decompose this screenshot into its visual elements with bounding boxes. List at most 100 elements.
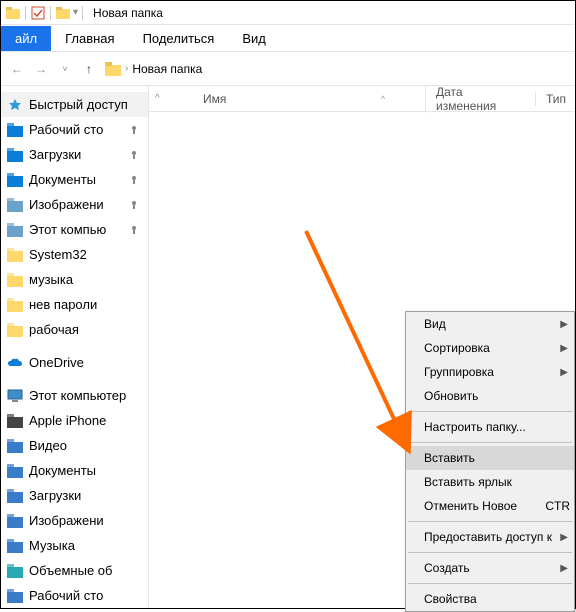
sidebar-item-label: Объемные об <box>29 563 142 578</box>
submenu-arrow-icon: ▶ <box>560 343 568 354</box>
sidebar-item[interactable]: Изображени <box>1 508 148 533</box>
item-icon <box>7 147 23 163</box>
pin-icon <box>126 197 142 213</box>
item-icon <box>7 413 23 429</box>
sidebar-item[interactable]: Документы <box>1 167 148 192</box>
sidebar-item-label: рабочая <box>29 322 142 337</box>
star-icon <box>7 97 23 113</box>
pin-icon <box>126 222 142 238</box>
sidebar-item[interactable]: Загрузки <box>1 142 148 167</box>
item-icon <box>7 122 23 138</box>
item-icon <box>7 222 23 238</box>
sidebar-item[interactable]: Рабочий сто <box>1 117 148 142</box>
sidebar-item[interactable]: Загрузки <box>1 483 148 508</box>
item-icon <box>7 247 23 263</box>
sidebar-item-label: Изображени <box>29 197 120 212</box>
up-button[interactable]: ↑ <box>79 59 99 79</box>
menu-paste[interactable]: Вставить <box>406 446 574 470</box>
item-icon <box>7 297 23 313</box>
menu-separator <box>408 411 572 412</box>
chevron-right-icon: › <box>125 63 128 74</box>
sidebar-this-pc[interactable]: Этот компьютер <box>1 383 148 408</box>
sort-indicator-icon: ^ <box>381 94 385 104</box>
menu-paste-shortcut[interactable]: Вставить ярлык <box>406 470 574 494</box>
qat-dropdown[interactable]: ▾ <box>73 7 78 18</box>
sidebar-item-label: System32 <box>29 247 142 262</box>
sidebar-item[interactable]: Рабочий сто <box>1 583 148 608</box>
sidebar-item[interactable]: System32 <box>1 242 148 267</box>
submenu-arrow-icon: ▶ <box>560 319 568 330</box>
ribbon-tabs: айл Главная Поделиться Вид <box>1 25 575 51</box>
menu-refresh[interactable]: Обновить <box>406 384 574 408</box>
item-icon <box>7 488 23 504</box>
sidebar-item[interactable]: Изображени <box>1 192 148 217</box>
menu-grant-access[interactable]: Предоставить доступ к▶ <box>406 525 574 549</box>
item-icon <box>7 438 23 454</box>
pin-icon <box>126 172 142 188</box>
sidebar-item-label: Загрузки <box>29 488 142 503</box>
sidebar-quick-access[interactable]: Быстрый доступ <box>1 92 148 117</box>
sidebar-item-label: Изображени <box>29 513 142 528</box>
item-icon <box>7 538 23 554</box>
back-button[interactable]: ← <box>7 59 27 79</box>
item-icon <box>7 322 23 338</box>
checkbox-icon[interactable] <box>30 5 46 21</box>
sidebar-item-label: Apple iPhone <box>29 413 142 428</box>
menu-customize[interactable]: Настроить папку... <box>406 415 574 439</box>
address-bar[interactable]: › Новая папка <box>105 61 202 77</box>
menu-new[interactable]: Создать▶ <box>406 556 574 580</box>
menu-sort[interactable]: Сортировка▶ <box>406 336 574 360</box>
address-segment[interactable]: Новая папка <box>132 62 202 76</box>
sidebar-item-label: Видео <box>29 438 142 453</box>
sidebar-item[interactable]: Этот компью <box>1 217 148 242</box>
item-icon <box>7 563 23 579</box>
menu-view[interactable]: Вид▶ <box>406 312 574 336</box>
sidebar-item[interactable]: Apple iPhone <box>1 408 148 433</box>
menu-separator <box>408 583 572 584</box>
sidebar-item[interactable]: Музыка <box>1 533 148 558</box>
sidebar-item[interactable]: рабочая <box>1 317 148 342</box>
title-bar: ▾ Новая папка <box>1 1 575 25</box>
sidebar-item[interactable]: Документы <box>1 458 148 483</box>
menu-undo[interactable]: Отменить НовоеCTR <box>406 494 574 518</box>
item-icon <box>7 172 23 188</box>
sidebar-item-label: Рабочий сто <box>29 122 120 137</box>
col-type[interactable]: Тип <box>535 92 575 106</box>
submenu-arrow-icon: ▶ <box>560 563 568 574</box>
item-icon <box>7 588 23 604</box>
menu-separator <box>408 552 572 553</box>
window-title: Новая папка <box>93 6 163 20</box>
sidebar-item-label: Документы <box>29 463 142 478</box>
sidebar-item[interactable]: музыка <box>1 267 148 292</box>
item-icon <box>7 513 23 529</box>
sidebar-item[interactable]: нев пароли <box>1 292 148 317</box>
submenu-arrow-icon: ▶ <box>560 367 568 378</box>
col-name[interactable]: Имя <box>193 92 381 106</box>
recent-dropdown[interactable]: ˅ <box>55 59 75 79</box>
sidebar-item-label: Этот компьютер <box>29 388 142 403</box>
tab-file[interactable]: айл <box>1 26 51 51</box>
context-menu: Вид▶ Сортировка▶ Группировка▶ Обновить Н… <box>405 311 575 612</box>
tab-home[interactable]: Главная <box>51 26 128 51</box>
folder-icon <box>5 5 21 21</box>
tab-view[interactable]: Вид <box>228 26 280 51</box>
sidebar-item-label: нев пароли <box>29 297 142 312</box>
monitor-icon <box>7 388 23 404</box>
sidebar-item[interactable]: Объемные об <box>1 558 148 583</box>
menu-properties[interactable]: Свойства <box>406 587 574 611</box>
menu-separator <box>408 521 572 522</box>
folder-icon <box>105 61 121 77</box>
menu-separator <box>408 442 572 443</box>
menu-group[interactable]: Группировка▶ <box>406 360 574 384</box>
forward-button[interactable]: → <box>31 59 51 79</box>
pin-icon <box>126 147 142 163</box>
pin-icon <box>126 122 142 138</box>
sidebar-item[interactable]: Видео <box>1 433 148 458</box>
col-date[interactable]: Дата изменения <box>425 85 535 113</box>
item-icon <box>7 197 23 213</box>
sidebar-onedrive[interactable]: OneDrive <box>1 350 148 375</box>
scroll-up-icon: ^ <box>155 93 165 104</box>
nav-bar: ← → ˅ ↑ › Новая папка <box>1 51 575 85</box>
tab-share[interactable]: Поделиться <box>129 26 229 51</box>
item-icon <box>7 272 23 288</box>
